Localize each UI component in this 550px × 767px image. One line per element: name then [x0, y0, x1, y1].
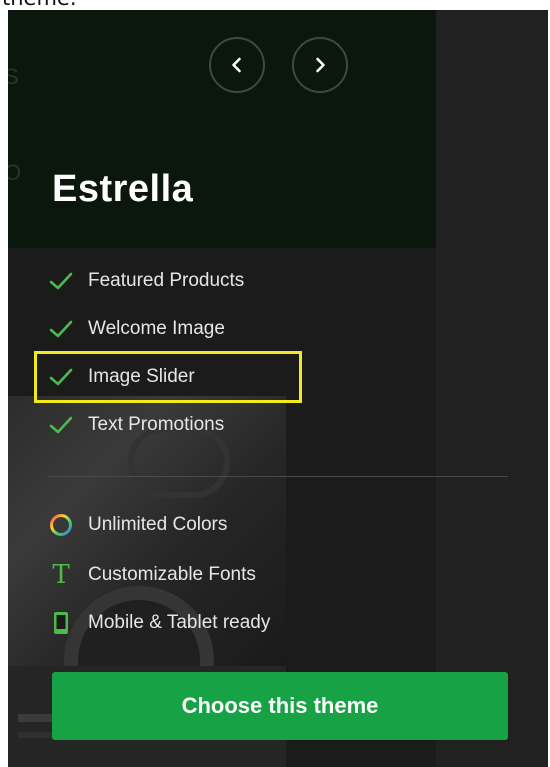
background-letter: S [8, 64, 19, 89]
extra-label: Unlimited Colors [88, 514, 228, 535]
theme-name: Estrella [52, 168, 194, 210]
chevron-left-icon [232, 57, 241, 73]
color-ring-icon [48, 512, 74, 538]
caption-text: theme. [0, 0, 550, 10]
extra-item: Unlimited Colors [48, 510, 227, 540]
extra-item: T Customizable Fonts [48, 560, 256, 590]
previous-theme-button[interactable] [209, 37, 265, 93]
background-letter: O [8, 160, 22, 185]
theme-hero: S O Estrella [8, 10, 436, 248]
section-divider [48, 476, 508, 477]
feature-label: Text Promotions [88, 414, 225, 435]
background-shade [436, 10, 548, 767]
chevron-right-icon [316, 57, 325, 73]
checkmark-icon [48, 268, 74, 294]
font-t-icon: T [52, 560, 70, 590]
checkmark-icon [48, 412, 74, 438]
extra-item: Mobile & Tablet ready [48, 608, 270, 638]
extra-label: Mobile & Tablet ready [88, 612, 271, 633]
feature-item: Featured Products [48, 266, 244, 296]
feature-item: Welcome Image [48, 314, 225, 344]
feature-item: Text Promotions [48, 410, 224, 440]
mobile-device-icon [48, 610, 74, 636]
feature-label: Featured Products [88, 270, 245, 291]
checkmark-icon [48, 316, 74, 342]
theme-preview-panel: S O Estrella Featured Products Welcome I… [8, 10, 548, 767]
highlight-box [34, 351, 302, 403]
extra-label: Customizable Fonts [88, 564, 256, 585]
feature-label: Welcome Image [88, 318, 225, 339]
choose-theme-button[interactable]: Choose this theme [52, 672, 508, 740]
next-theme-button[interactable] [292, 37, 348, 93]
